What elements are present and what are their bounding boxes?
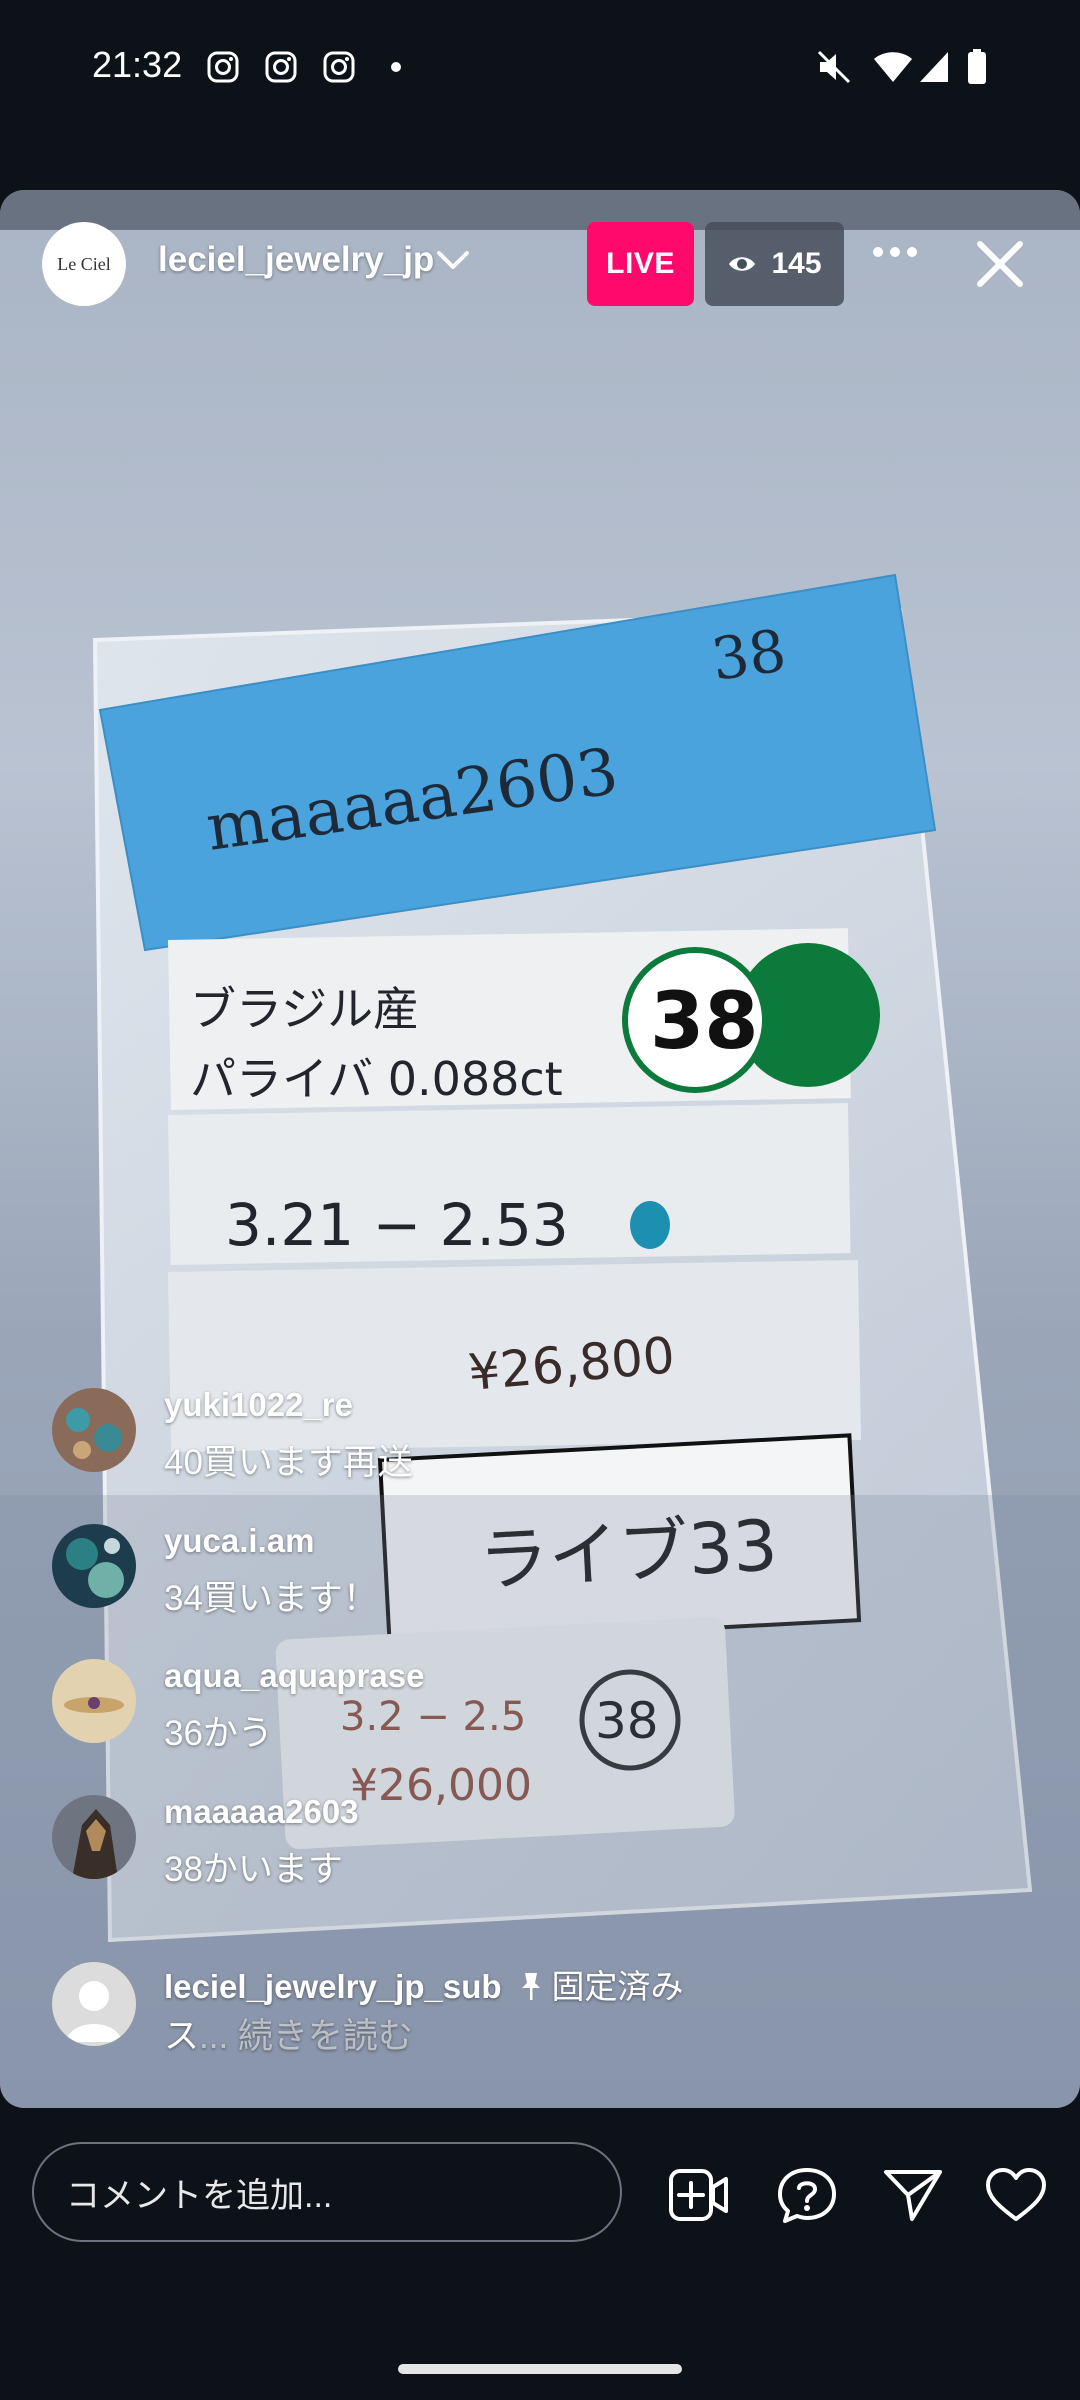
eye-icon [729,257,756,271]
live-username[interactable]: leciel_jewelry_jp [158,240,434,280]
avatar-logo-text: Le Ciel [57,253,111,274]
chevron-down-icon[interactable] [436,250,470,272]
avatar[interactable] [52,1388,136,1472]
comment-text: 36かう [164,1714,273,1753]
comment-username[interactable]: leciel_jewelry_jp_sub [164,1968,502,2005]
comment-username[interactable]: yuki1022_re [164,1386,353,1424]
viewer-count-badge[interactable]: 145 [705,222,844,306]
comment-username[interactable]: aqua_aquaprase [164,1657,424,1695]
svg-text:3.21 − 2.53: 3.21 − 2.53 [225,1191,569,1259]
avatar[interactable] [52,1659,136,1743]
comment-text: 40買います再送 [164,1443,413,1482]
wifi-icon [874,52,912,82]
comment-item: aqua_aquaprase 36かう [52,1657,952,1769]
heart-icon[interactable] [985,2167,1047,2223]
viewer-count: 145 [771,247,822,280]
add-video-guest-icon[interactable] [668,2167,730,2223]
battery-icon [968,49,986,84]
comment-text: 34買います！ [164,1579,378,1618]
send-icon[interactable] [882,2167,944,2223]
comment-item: yuki1022_re 40買います再送 [52,1386,952,1498]
svg-text:パライバ 0.088ct: パライバ 0.088ct [190,1052,563,1106]
pin-icon [521,1973,540,2000]
comment-input[interactable]: コメントを追加... [32,2142,622,2242]
account-avatar[interactable]: Le Ciel [42,222,126,306]
close-icon[interactable] [972,236,1028,292]
comment-item: yuca.i.am 34買います！ [52,1522,952,1634]
comment-username[interactable]: maaaaa2603 [164,1793,359,1831]
pinned-label-wrap: 固定済み [520,1968,684,2005]
avatar[interactable] [52,1795,136,1879]
notification-dot [391,62,401,72]
more-options-icon[interactable] [872,246,918,258]
pinned-comment[interactable]: leciel_jewelry_jp_sub 固定済み ス... 続きを読む [52,1962,952,2072]
question-icon[interactable] [776,2167,838,2223]
status-time: 21:32 [92,44,183,85]
read-more-link[interactable]: ... 続きを読む [199,2017,413,2056]
instagram-icon [207,51,239,83]
pinned-comment-text-wrap: ス... 続きを読む [164,2008,413,2059]
svg-text:38: 38 [707,616,790,694]
instagram-icon [323,51,355,83]
avatar[interactable] [52,1524,136,1608]
pinned-label: 固定済み [551,1968,684,2005]
mute-icon [817,50,851,84]
svg-text:38: 38 [650,977,759,1067]
comment-username[interactable]: yuca.i.am [164,1522,314,1560]
home-indicator[interactable] [398,2364,682,2374]
svg-text:ブラジル産: ブラジル産 [190,982,419,1036]
signal-icon [920,52,948,82]
pinned-comment-username: leciel_jewelry_jp_sub 固定済み [164,1960,684,2008]
avatar[interactable] [52,1962,136,2046]
live-badge: LIVE [587,222,694,306]
comment-text: ス [164,2017,200,2056]
comment-text: 38かいます [164,1850,343,1889]
instagram-icon [265,51,297,83]
comment-item: maaaaa2603 38かいます [52,1793,952,1905]
status-bar: 21:32 [0,0,1080,135]
